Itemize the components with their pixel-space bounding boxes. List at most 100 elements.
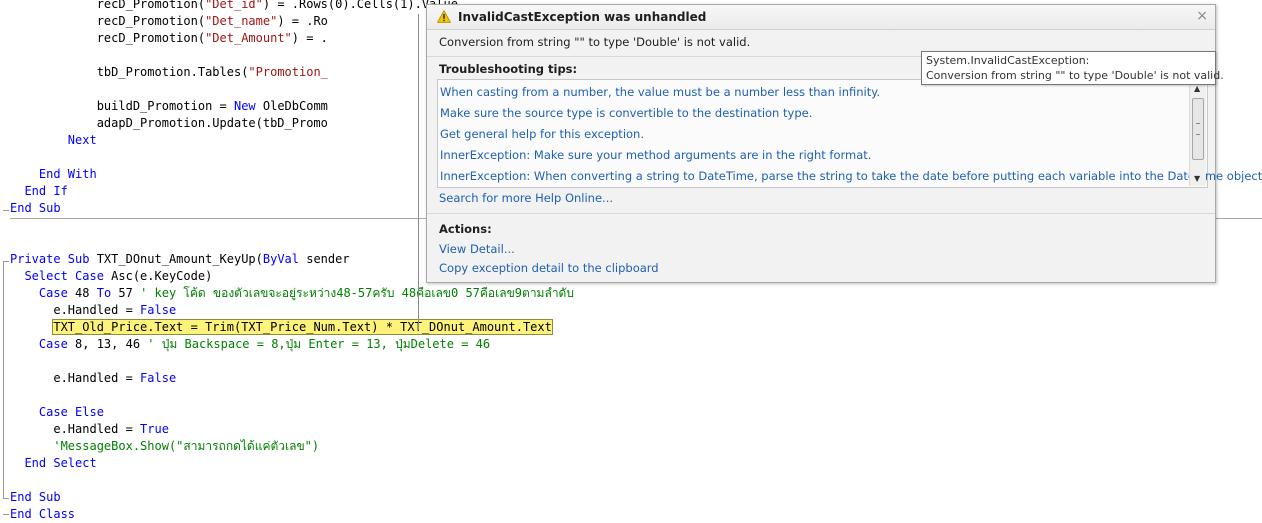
code-token: 'MessageBox.Show("สามารถกดได้แค่ตัวเลข")	[53, 439, 320, 453]
tip-link[interactable]: When casting from a number, the value mu…	[440, 85, 880, 99]
code-token: End Sub	[10, 490, 61, 504]
code-line[interactable]: buildD_Promotion = New OleDbComm	[10, 98, 328, 115]
code-line[interactable]: recD_Promotion("Det_Amount") = .	[10, 30, 328, 47]
code-token: recD_Promotion(	[10, 31, 206, 45]
code-token: End With	[38, 167, 97, 181]
code-token: "Promotion_	[248, 65, 328, 79]
code-token: To	[96, 286, 112, 300]
code-token: tbD_Promotion.Tables(	[10, 65, 249, 79]
tooltip-line: System.InvalidCastException:	[926, 54, 1090, 67]
code-line[interactable]: recD_Promotion("Det_name") = .Ro	[10, 13, 328, 30]
code-token: ByVal	[262, 252, 299, 266]
outline-bracket	[3, 262, 4, 498]
code-token: Private Sub	[10, 252, 90, 266]
actions-heading: Actions:	[439, 222, 492, 236]
code-token: TXT_DOnut_Amount_KeyUp(	[89, 252, 263, 266]
code-token: Asc(e.KeyCode)	[103, 269, 213, 283]
tip-link[interactable]: Make sure the source type is convertible…	[440, 106, 812, 120]
code-line[interactable]: Private Sub TXT_DOnut_Amount_KeyUp(ByVal…	[10, 251, 350, 268]
outline-end-mark	[3, 514, 9, 515]
code-line[interactable]: End Sub	[10, 489, 61, 506]
code-line[interactable]: End Sub	[10, 200, 61, 217]
tips-scrollbar[interactable]: ▲ ▼	[1189, 81, 1206, 186]
exception-message: Conversion from string "" to type 'Doubl…	[439, 35, 751, 49]
outline-end-mark	[3, 498, 9, 499]
code-token: "Det_Amount"	[205, 31, 292, 45]
code-line[interactable]: End If	[10, 183, 67, 200]
code-line[interactable]: Next	[10, 132, 97, 149]
code-line[interactable]: e.Handled = False	[10, 302, 176, 319]
current-statement-highlight: TXT_Old_Price.Text = Trim(TXT_Price_Num.…	[52, 319, 553, 335]
code-line[interactable]: End With	[10, 166, 97, 183]
code-line[interactable]: Case Else	[10, 404, 104, 421]
code-token: e.Handled =	[10, 422, 141, 436]
code-line[interactable]: e.Handled = True	[10, 421, 169, 438]
code-token: False	[140, 371, 177, 385]
code-token: 57	[111, 286, 141, 300]
code-token: ) = .	[291, 31, 328, 45]
code-token: buildD_Promotion =	[10, 99, 234, 113]
code-line[interactable]: End Select	[10, 455, 97, 472]
code-token: Select Case	[24, 269, 104, 283]
code-line[interactable]: 'MessageBox.Show("สามารถกดได้แค่ตัวเลข")	[10, 438, 319, 455]
code-token: OleDbComm	[255, 99, 328, 113]
code-token: 48	[67, 286, 97, 300]
scrollbar-thumb[interactable]	[1192, 98, 1204, 160]
code-token: Case	[38, 337, 68, 351]
tip-link[interactable]: InnerException: Make sure your method ar…	[440, 148, 871, 162]
code-line[interactable]: End Class	[10, 506, 75, 523]
code-token: New	[233, 99, 256, 113]
tip-link[interactable]: InnerException: When converting a string…	[440, 169, 1262, 183]
exception-tooltip: System.InvalidCastException: Conversion …	[921, 51, 1224, 85]
copy-exception-detail-link[interactable]: Copy exception detail to the clipboard	[439, 261, 659, 275]
search-help-online-link[interactable]: Search for more Help Online...	[439, 191, 613, 205]
code-line[interactable]: Select Case Asc(e.KeyCode)	[10, 268, 212, 285]
code-token: End Select	[24, 456, 97, 470]
code-token: 8, 13, 46	[67, 337, 148, 351]
code-line[interactable]: adapD_Promotion.Update(tbD_Promo	[10, 115, 328, 132]
code-token: recD_Promotion(	[10, 0, 206, 11]
code-token: e.Handled =	[10, 303, 141, 317]
code-token: sender	[299, 252, 350, 266]
code-line[interactable]: e.Handled = False	[10, 370, 176, 387]
code-token: adapD_Promotion.Update(tbD_Promo	[10, 116, 328, 130]
code-token: "Det_name"	[205, 14, 278, 28]
code-token: End Class	[10, 507, 76, 521]
tooltip-line: Conversion from string "" to type 'Doubl…	[926, 69, 1224, 82]
code-line[interactable]: recD_Promotion("Det_id") = .Rows(0).Cell…	[10, 0, 458, 13]
code-token: Case	[38, 286, 68, 300]
code-line[interactable]: Case 8, 13, 46 ' ปุ่ม Backspace = 8,ปุ่ม…	[10, 336, 490, 353]
code-token: "Det_id"	[205, 0, 263, 11]
tips-heading: Troubleshooting tips:	[439, 62, 578, 76]
code-token: ' ปุ่ม Backspace = 8,ปุ่ม Enter = 13, ปุ…	[147, 337, 491, 351]
code-token: e.Handled =	[10, 371, 141, 385]
tip-link[interactable]: Get general help for this exception.	[440, 127, 644, 141]
exception-assistant: InvalidCastException was unhandled × Con…	[426, 4, 1262, 283]
code-line[interactable]: TXT_Old_Price.Text = Trim(TXT_Price_Num.…	[10, 319, 553, 336]
scroll-down-icon[interactable]: ▼	[1194, 174, 1200, 183]
code-line[interactable]: tbD_Promotion.Tables("Promotion_	[10, 64, 328, 81]
tips-list: When casting from a number, the value mu…	[437, 79, 1262, 188]
exception-connector-line	[418, 14, 419, 330]
close-icon[interactable]: ×	[1196, 8, 1208, 24]
code-token: ' key โค้ด ของตัวเลขจะอยู่ระหว่าง48-57คร…	[140, 286, 574, 300]
code-token: Next	[67, 133, 97, 147]
exception-header: InvalidCastException was unhandled ×	[427, 5, 1215, 30]
view-detail-link[interactable]: View Detail...	[439, 242, 515, 256]
scroll-up-icon[interactable]: ▲	[1194, 84, 1200, 93]
code-token: Case Else	[38, 405, 104, 419]
code-token: recD_Promotion(	[10, 14, 206, 28]
divider	[427, 213, 1215, 214]
code-line[interactable]: Case 48 To 57 ' key โค้ด ของตัวเลขจะอยู่…	[10, 285, 574, 302]
code-token: False	[140, 303, 177, 317]
outline-end-mark	[3, 210, 9, 211]
